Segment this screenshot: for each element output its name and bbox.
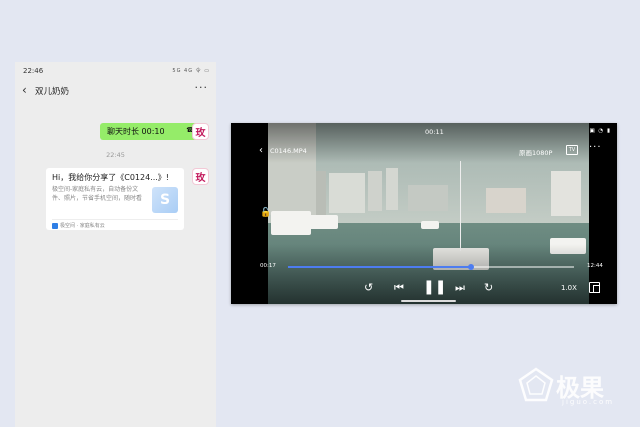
building — [368, 171, 382, 211]
player-clock: 00:11 — [425, 128, 444, 136]
rotate-screen-icon[interactable] — [589, 282, 600, 293]
building — [408, 185, 448, 211]
back-arrow-icon[interactable]: ‹ — [22, 83, 27, 97]
status-time: 22:46 — [23, 67, 44, 75]
status-bar: 22:46 5G 4G 令 ▭ — [15, 62, 216, 78]
rewind-icon[interactable]: ↺ — [364, 281, 373, 294]
top-overlay — [231, 123, 617, 163]
quality-selector[interactable]: 原画1080P — [519, 147, 552, 157]
lock-icon[interactable]: 🔓 — [260, 208, 271, 218]
building — [329, 173, 365, 213]
chat-window: 22:46 5G 4G 令 ▭ ‹ 双儿奶奶 ··· 聊天时长 00:10 ☎ … — [15, 62, 216, 427]
building — [316, 171, 326, 219]
more-icon[interactable]: ··· — [195, 81, 209, 94]
share-card-thumbnail: S — [152, 187, 178, 213]
back-icon[interactable]: ‹ — [259, 145, 263, 156]
bottom-overlay — [231, 244, 617, 304]
chat-timestamp: 22:45 — [106, 151, 125, 159]
next-icon[interactable]: ⏭ — [455, 281, 465, 295]
app-icon — [52, 222, 58, 229]
building — [551, 171, 581, 216]
video-player: 00:11 ▣ ◔ ▮ ‹ C0146.MP4 原画1080P TV ··· 🔓… — [231, 123, 617, 304]
progress-fill — [288, 266, 472, 268]
call-duration-message[interactable]: 聊天时长 00:10 ☎ — [100, 123, 201, 140]
share-card-source-label: 极空间 · 家庭私有云 — [60, 223, 105, 229]
video-filename: C0146.MP4 — [270, 147, 307, 155]
sailboat-mast — [460, 161, 461, 251]
boat — [308, 215, 338, 229]
call-duration-text: 聊天时长 00:10 — [107, 127, 165, 136]
home-indicator — [401, 300, 456, 302]
progress-bar[interactable] — [288, 264, 574, 270]
building — [386, 168, 398, 210]
cast-icon[interactable]: TV — [566, 145, 578, 155]
watermark-url: jiguo.com — [562, 398, 615, 406]
boat — [421, 221, 439, 229]
chat-header: ‹ 双儿奶奶 ··· — [15, 80, 216, 102]
avatar[interactable]: 玫 — [192, 123, 209, 140]
divider — [52, 219, 178, 220]
elapsed-time: 00:17 — [260, 263, 276, 269]
playback-speed[interactable]: 1.0X — [561, 284, 577, 292]
share-card[interactable]: Hi，我给你分享了《C0124...》! 极空间-家庭私有云，自动备份文件、照片… — [46, 168, 184, 230]
player-status-icons: ▣ ◔ ▮ — [589, 128, 611, 134]
pause-icon[interactable]: ❚❚ — [423, 279, 446, 295]
total-time: 12:44 — [587, 263, 603, 269]
boat — [271, 211, 311, 235]
forward-icon[interactable]: ↻ — [484, 281, 493, 294]
previous-icon[interactable]: ⏮ — [394, 281, 404, 295]
avatar[interactable]: 玫 — [192, 168, 209, 185]
share-card-title: Hi，我给你分享了《C0124...》! — [52, 173, 170, 182]
share-card-source: 极空间 · 家庭私有云 — [52, 222, 105, 229]
status-icons: 5G 4G 令 ▭ — [172, 68, 210, 74]
watermark-logo-icon — [518, 367, 554, 402]
building — [486, 188, 526, 213]
progress-handle[interactable] — [468, 264, 475, 270]
share-card-description: 极空间-家庭私有云，自动备份文件、照片，节省手机空间，随时看 — [52, 186, 143, 202]
chat-title: 双儿奶奶 — [35, 87, 70, 97]
more-icon[interactable]: ··· — [589, 142, 602, 153]
